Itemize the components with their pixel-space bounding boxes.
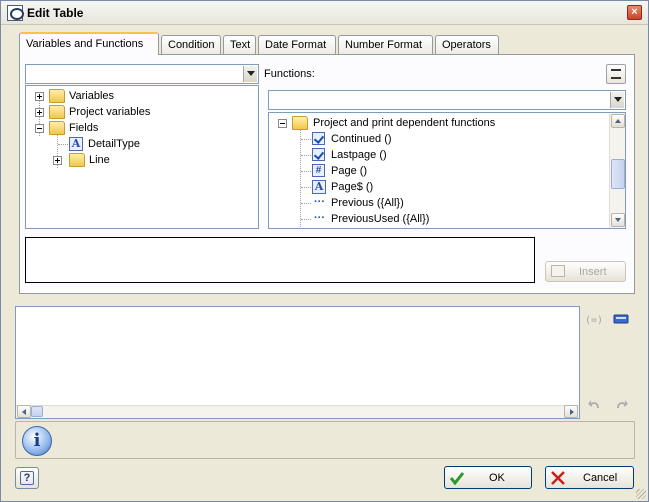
tree-item-detailtype[interactable]: A DetailType xyxy=(26,136,256,152)
info-bar: i xyxy=(15,421,635,459)
cancel-x-icon xyxy=(551,471,565,485)
insert-button-label: Insert xyxy=(579,266,607,278)
function-label: Page$ () xyxy=(331,181,374,193)
function-label: Continued () xyxy=(331,133,392,145)
tree-item-variables[interactable]: Variables xyxy=(26,88,256,104)
variables-filter-combo[interactable] xyxy=(25,64,259,84)
redo-icon[interactable] xyxy=(613,397,629,411)
any-type-icon: ··· xyxy=(314,196,325,208)
tree-item-label: Project variables xyxy=(69,106,151,118)
variables-folder-icon xyxy=(49,89,65,103)
tree-item-label: Project and print dependent functions xyxy=(313,117,496,129)
scroll-right-icon[interactable] xyxy=(564,405,578,418)
chevron-down-icon[interactable] xyxy=(610,92,624,108)
function-item-page[interactable]: # Page () xyxy=(269,163,609,179)
insert-icon xyxy=(551,265,565,277)
tab-date-format[interactable]: Date Format xyxy=(258,35,336,54)
chevron-down-icon[interactable] xyxy=(243,66,257,82)
tab-text[interactable]: Text xyxy=(223,35,256,54)
tab-condition[interactable]: Condition xyxy=(161,35,221,54)
tab-operators[interactable]: Operators xyxy=(435,35,499,54)
number-icon: # xyxy=(312,164,325,177)
text-icon: A xyxy=(312,180,326,194)
window-title: Edit Table xyxy=(27,6,84,20)
ok-button[interactable]: OK xyxy=(444,466,532,489)
edit-table-dialog: Edit Table × Variables and Functions Con… xyxy=(0,0,649,502)
svg-text:(=): (=) xyxy=(585,315,601,326)
scroll-left-icon[interactable] xyxy=(17,405,31,418)
functions-tree[interactable]: Project and print dependent functions Co… xyxy=(268,112,626,229)
function-item-previousused[interactable]: ··· PreviousUsed ({All}) xyxy=(269,211,609,227)
title-bar: Edit Table × xyxy=(1,1,648,25)
tree-item-project-variables[interactable]: Project variables xyxy=(26,104,256,120)
folder-icon xyxy=(292,116,308,130)
help-button[interactable]: ? xyxy=(15,467,39,489)
function-item-previous[interactable]: ··· Previous ({All}) xyxy=(269,195,609,211)
boolean-icon xyxy=(312,148,325,161)
functions-label: Functions: xyxy=(264,68,315,80)
wrap-brackets-icon[interactable]: (=) xyxy=(585,312,603,326)
functions-scrollbar[interactable] xyxy=(609,113,625,228)
app-icon xyxy=(7,5,24,21)
function-item-page-string[interactable]: A Page$ () xyxy=(269,179,609,195)
any-type-icon: ··· xyxy=(314,212,325,224)
tree-item-label: Variables xyxy=(69,90,115,102)
function-item-continued[interactable]: Continued () xyxy=(269,131,609,147)
function-label: PreviousUsed ({All}) xyxy=(331,213,430,225)
function-item-lastpage[interactable]: Lastpage () xyxy=(269,147,609,163)
resize-grip[interactable] xyxy=(636,489,646,499)
expand-icon[interactable] xyxy=(53,156,62,165)
tree-item-label: Line xyxy=(89,154,110,166)
info-icon: i xyxy=(22,426,52,456)
keyboard-icon[interactable] xyxy=(613,312,629,326)
description-box xyxy=(25,237,535,283)
scroll-thumb[interactable] xyxy=(31,406,43,417)
ok-button-label: OK xyxy=(489,472,505,484)
scroll-thumb[interactable] xyxy=(611,159,625,189)
tab-number-format[interactable]: Number Format xyxy=(338,35,433,54)
tree-item-fields[interactable]: Fields xyxy=(26,120,256,136)
checkmark-icon xyxy=(449,472,465,486)
function-label: Lastpage () xyxy=(331,149,387,161)
collapse-icon[interactable] xyxy=(35,124,44,133)
fields-folder-icon xyxy=(49,121,65,135)
cancel-button[interactable]: Cancel xyxy=(545,466,634,489)
folder-icon xyxy=(69,153,85,167)
tree-item-project-print-functions[interactable]: Project and print dependent functions xyxy=(269,115,609,131)
text-field-icon: A xyxy=(69,137,83,151)
undo-icon[interactable] xyxy=(587,397,603,411)
formula-hscrollbar[interactable] xyxy=(16,405,579,418)
scroll-up-icon[interactable] xyxy=(611,114,625,128)
formula-editor[interactable] xyxy=(15,306,580,419)
cancel-button-label: Cancel xyxy=(583,472,618,484)
functions-filter-combo[interactable] xyxy=(268,90,626,110)
variables-tree[interactable]: Variables Project variables Fields A Det… xyxy=(25,85,259,229)
function-label: Previous ({All}) xyxy=(331,197,404,209)
expand-icon[interactable] xyxy=(35,108,44,117)
function-label: Page () xyxy=(331,165,368,177)
insert-button[interactable]: Insert xyxy=(545,261,626,282)
tree-item-label: Fields xyxy=(69,122,99,134)
list-view-toggle-button[interactable] xyxy=(606,64,626,84)
tab-variables-and-functions[interactable]: Variables and Functions xyxy=(19,32,159,55)
project-variables-folder-icon xyxy=(49,105,65,119)
help-icon: ? xyxy=(20,471,34,485)
tab-panel-variables-and-functions: Variables Project variables Fields A Det… xyxy=(19,54,635,294)
boolean-icon xyxy=(312,132,325,145)
scroll-down-icon[interactable] xyxy=(611,213,625,227)
tree-item-label: DetailType xyxy=(88,138,140,150)
expand-icon[interactable] xyxy=(35,92,44,101)
tree-item-line[interactable]: Line xyxy=(26,152,256,168)
list-icon xyxy=(611,69,621,79)
close-button[interactable]: × xyxy=(627,5,642,20)
collapse-icon[interactable] xyxy=(278,119,287,128)
